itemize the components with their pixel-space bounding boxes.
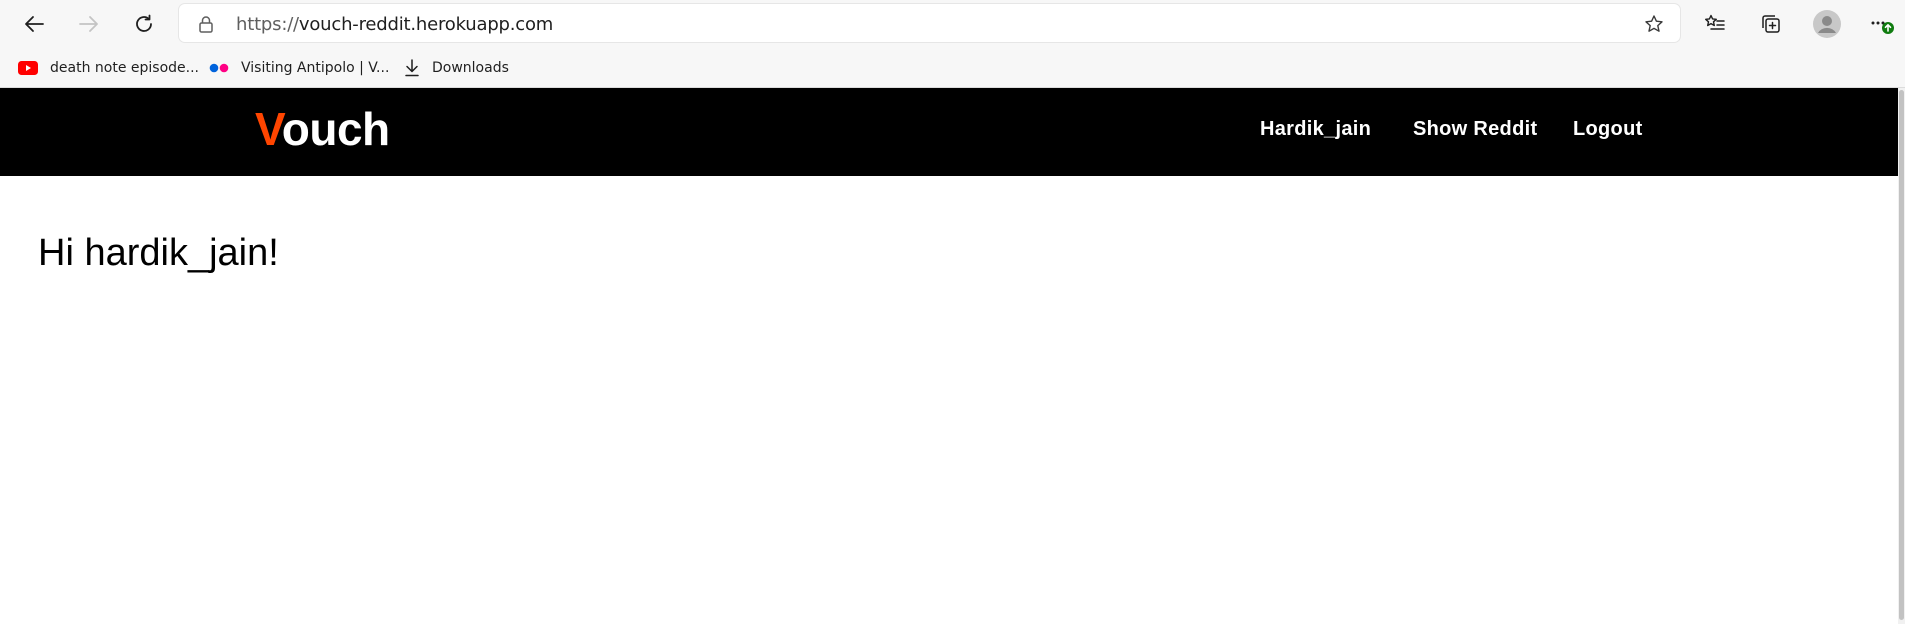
collections-button[interactable] — [1753, 6, 1789, 42]
greeting-heading: Hi hardik_jain! — [38, 232, 279, 274]
bookmark-label: Downloads — [432, 60, 509, 76]
forward-arrow-icon — [78, 13, 100, 35]
nav-link-username[interactable]: Hardik_jain — [1260, 118, 1371, 141]
profile-button[interactable] — [1809, 6, 1845, 42]
brand-logo-accent-letter: V — [255, 103, 282, 155]
site-navbar: Vouch Hardik_jain Show Reddit Logout — [0, 88, 1898, 176]
url-scheme: https:// — [236, 14, 299, 35]
browser-toolbar: https://vouch-reddit.herokuapp.com — [0, 0, 1905, 48]
nav-link-logout[interactable]: Logout — [1573, 118, 1643, 141]
flickr-icon — [209, 63, 229, 73]
profile-avatar-icon — [1813, 10, 1841, 38]
lock-icon[interactable] — [198, 15, 214, 38]
page-scrollbar[interactable] — [1898, 88, 1905, 624]
brand-logo-rest: ouch — [281, 103, 390, 155]
more-menu-icon — [1870, 11, 1896, 37]
back-button[interactable] — [16, 6, 52, 42]
bookmarks-bar: death note episode... Visiting Antipolo … — [0, 48, 1905, 88]
favorites-list-icon — [1704, 13, 1726, 35]
page-viewport: Vouch Hardik_jain Show Reddit Logout Hi … — [0, 88, 1905, 624]
favorites-button[interactable] — [1697, 6, 1733, 42]
nav-link-show-reddit[interactable]: Show Reddit — [1413, 118, 1537, 141]
forward-button[interactable] — [71, 6, 107, 42]
star-icon[interactable] — [1644, 14, 1664, 39]
collections-icon — [1760, 13, 1782, 35]
scrollbar-thumb[interactable] — [1899, 90, 1904, 620]
bookmark-visiting-antipolo[interactable]: Visiting Antipolo | V... — [209, 48, 389, 88]
youtube-icon — [18, 61, 38, 75]
bookmark-label: death note episode... — [50, 60, 199, 76]
url-host: vouch-reddit.herokuapp.com — [298, 14, 554, 35]
refresh-button[interactable] — [126, 6, 162, 42]
bookmark-downloads[interactable]: Downloads — [404, 48, 509, 88]
address-bar[interactable]: https://vouch-reddit.herokuapp.com — [179, 4, 1680, 42]
more-menu-button[interactable] — [1865, 6, 1901, 42]
url-text[interactable]: https://vouch-reddit.herokuapp.com — [236, 14, 553, 35]
bookmark-death-note[interactable]: death note episode... — [18, 48, 199, 88]
download-icon — [404, 59, 420, 77]
bookmark-label: Visiting Antipolo | V... — [241, 60, 390, 76]
refresh-icon — [133, 13, 155, 35]
brand-logo[interactable]: Vouch — [255, 102, 390, 157]
back-arrow-icon — [23, 13, 45, 35]
